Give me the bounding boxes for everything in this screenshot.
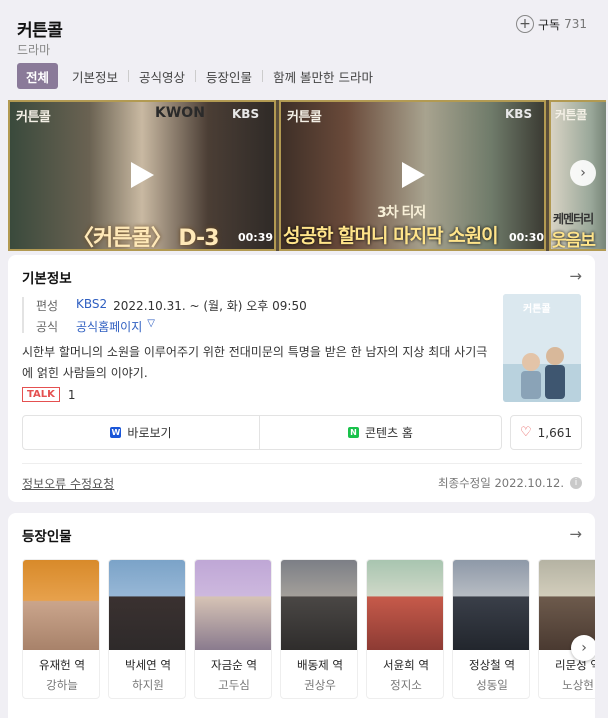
video-thumbnail-2[interactable]: 커튼콜 KBS 3차 티저 성공한 할머니 마지막 소원이 00:30 <box>279 100 546 251</box>
section-title: 등장인물 <box>22 529 72 545</box>
cast-role: 자금순 역 <box>211 658 257 672</box>
cast-actor: 강하늘 <box>46 678 78 692</box>
cast-role: 박세연 역 <box>125 658 171 672</box>
tab-cast[interactable]: 등장인물 <box>196 63 262 89</box>
tab-basic-info[interactable]: 기본정보 <box>62 63 128 89</box>
poster-image[interactable]: 커튼콜 <box>503 294 581 402</box>
cast-member[interactable]: 서윤희 역 정지소 <box>366 559 444 699</box>
heart-icon: ♡ <box>519 425 532 440</box>
video-channel-badge: KBS <box>232 107 260 121</box>
section-title: 기본정보 <box>22 271 72 287</box>
network-link[interactable]: KBS2 <box>76 297 107 314</box>
wavve-icon: W <box>110 427 122 438</box>
talk-badge: TALK <box>22 387 60 402</box>
video-logo: 커튼콜 <box>287 110 322 125</box>
cast-member[interactable]: 박세연 역 하지원 <box>108 559 186 699</box>
content-home-label: 콘텐츠 홈 <box>365 426 413 440</box>
info-key: 편성 <box>36 299 59 313</box>
video-caption: 성공한 할머니 마지막 소원이 <box>283 225 499 247</box>
cast-actor: 하지원 <box>132 678 164 692</box>
play-icon[interactable] <box>399 160 427 190</box>
video-caption: 웃음보 <box>551 231 596 251</box>
cast-member[interactable]: 유재헌 역 강하늘 <box>22 559 100 699</box>
cast-role: 정상철 역 <box>469 658 515 672</box>
watch-button[interactable]: W 바로보기 <box>22 415 260 450</box>
naver-icon: N <box>348 427 359 438</box>
last-updated-text: 최종수정일 2022.10.12. <box>437 476 564 490</box>
report-error-link[interactable]: 정보오류 수정요청 <box>22 475 114 492</box>
info-row-official: 공식 공식홈페이지 ▽ <box>36 318 155 335</box>
cast-actor: 정지소 <box>390 678 422 692</box>
header: 커튼콜 드라마 + 구독 731 전체 기본정보 공식영상 등장인물 함께 볼만… <box>0 0 608 100</box>
description: 시한부 할머니의 소원을 이루어주기 위한 전대미문의 특명을 받은 한 남자의… <box>22 345 488 380</box>
cast-card: 등장인물 → 유재헌 역 강하늘 박세연 역 하지원 자금순 역 고두심 배동제… <box>8 513 595 718</box>
tab-bar: 전체 기본정보 공식영상 등장인물 함께 볼만한 드라마 <box>17 63 383 89</box>
video-carousel: 커튼콜 KWON KBS 〈커튼콜〉 D-3 00:39 커튼콜 KBS 3차 … <box>8 100 606 251</box>
cast-photo <box>453 560 529 650</box>
tab-all[interactable]: 전체 <box>17 63 59 89</box>
info-divider-line <box>22 297 24 333</box>
subscribe-count: 731 <box>564 17 587 31</box>
info-row-schedule: 편성 KBS2 2022.10.31. ~ (월, 화) 오후 09:50 <box>36 297 307 314</box>
page-title: 커튼콜 <box>17 21 63 41</box>
info-key: 공식 <box>36 320 59 334</box>
info-icon[interactable]: i <box>570 477 582 489</box>
cast-photo <box>23 560 99 650</box>
video-duration: 00:30 <box>509 231 545 244</box>
cast-actor: 노상현 <box>562 678 594 692</box>
basic-info-card: 기본정보 → 편성 KBS2 2022.10.31. ~ (월, 화) 오후 0… <box>8 255 595 502</box>
like-count: 1,661 <box>537 425 572 440</box>
cast-photo <box>281 560 357 650</box>
action-button-bar: W 바로보기 N 콘텐츠 홈 ♡ 1,661 <box>22 415 582 450</box>
cast-member[interactable]: 자금순 역 고두심 <box>194 559 272 699</box>
talk-summary[interactable]: TALK 1 <box>22 387 76 402</box>
cast-role: 유재헌 역 <box>39 658 85 672</box>
cast-photo <box>195 560 271 650</box>
video-channel-badge: KBS <box>505 107 533 121</box>
chevron-down-icon[interactable]: ▽ <box>147 318 155 335</box>
subscribe-label: 구독 <box>538 17 561 32</box>
cast-role: 서윤희 역 <box>383 658 429 672</box>
cast-member[interactable]: 배동제 역 권상우 <box>280 559 358 699</box>
chevron-right-icon[interactable]: › <box>571 635 595 661</box>
tab-official-videos[interactable]: 공식영상 <box>129 63 195 89</box>
cast-actor: 고두심 <box>218 678 250 692</box>
video-duration: 00:39 <box>238 231 274 244</box>
official-homepage-link[interactable]: 공식홈페이지 <box>76 318 142 335</box>
cast-member[interactable]: 리문성 역 노상현 <box>538 559 595 699</box>
video-logo: 커튼콜 <box>16 110 51 125</box>
arrow-right-icon[interactable]: → <box>569 525 582 543</box>
last-updated: 최종수정일 2022.10.12. i <box>438 475 582 491</box>
video-caption-top: 3차 티저 <box>377 205 426 221</box>
like-button[interactable]: ♡ 1,661 <box>510 415 582 450</box>
cast-actor: 권상우 <box>304 678 336 692</box>
poster-title: 커튼콜 <box>523 304 551 315</box>
video-caption: 〈커튼콜〉 D-3 <box>72 226 219 251</box>
subscribe-button[interactable]: + 구독 731 <box>516 15 587 33</box>
cast-role: 배동제 역 <box>297 658 343 672</box>
chevron-right-icon[interactable]: › <box>570 160 596 186</box>
cast-photo <box>367 560 443 650</box>
content-home-button[interactable]: N 콘텐츠 홈 <box>260 415 502 450</box>
talk-count: 1 <box>67 387 76 402</box>
play-icon[interactable] <box>128 160 156 190</box>
tab-related-dramas[interactable]: 함께 볼만한 드라마 <box>263 63 383 89</box>
cast-member[interactable]: 정상철 역 성동일 <box>452 559 530 699</box>
video-caption-top: 케멘터리 <box>553 212 594 226</box>
cast-photo <box>109 560 185 650</box>
divider <box>22 463 582 464</box>
plus-circle-icon: + <box>516 15 534 33</box>
cast-actor: 성동일 <box>476 678 508 692</box>
arrow-right-icon[interactable]: → <box>569 267 582 285</box>
video-logo: 커튼콜 <box>555 108 587 122</box>
watch-label: 바로보기 <box>127 426 172 440</box>
video-overlay-text: KWON <box>155 105 205 121</box>
page-subtitle: 드라마 <box>17 43 51 57</box>
cast-list: 유재헌 역 강하늘 박세연 역 하지원 자금순 역 고두심 배동제 역 권상우 … <box>22 559 595 709</box>
info-value: 2022.10.31. ~ (월, 화) 오후 09:50 <box>113 299 307 313</box>
video-thumbnail-1[interactable]: 커튼콜 KWON KBS 〈커튼콜〉 D-3 00:39 <box>8 100 276 251</box>
